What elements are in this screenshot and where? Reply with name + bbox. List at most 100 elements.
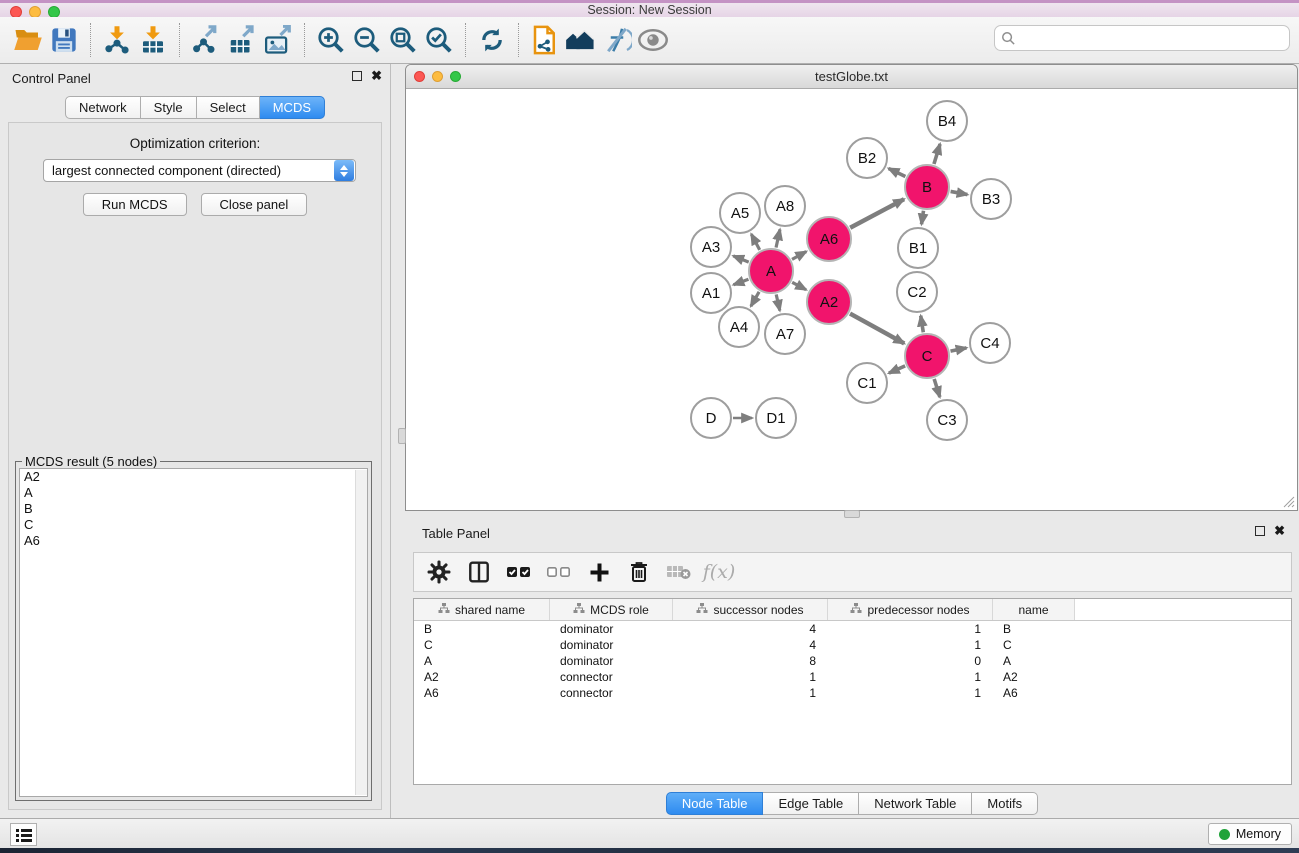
list-item[interactable]: C (20, 517, 367, 533)
graph-edge[interactable] (751, 234, 759, 250)
zoom-in-icon[interactable] (313, 22, 349, 58)
tab-network[interactable]: Network (65, 96, 141, 119)
tab-select[interactable]: Select (197, 96, 260, 119)
tab-network-table[interactable]: Network Table (859, 792, 972, 815)
column-header-MCDS-role[interactable]: MCDS role (550, 599, 673, 620)
graph-node-a1[interactable]: A1 (690, 272, 732, 314)
close-panel-icon[interactable]: ✖ (371, 71, 382, 81)
column-header-shared-name[interactable]: shared name (414, 599, 550, 620)
table-cell[interactable]: 1 (828, 621, 993, 637)
graph-node-b1[interactable]: B1 (897, 227, 939, 269)
table-row[interactable]: A2connector11A2 (414, 669, 1291, 685)
list-item[interactable]: A (20, 485, 367, 501)
graph-node-a6[interactable]: A6 (806, 216, 852, 262)
network-window-titlebar[interactable]: testGlobe.txt (406, 65, 1297, 89)
destroy-network-icon[interactable] (527, 22, 563, 58)
table-cell[interactable]: A (993, 653, 1075, 669)
graph-edge[interactable] (850, 314, 904, 344)
export-table-icon[interactable] (224, 22, 260, 58)
zoom-selected-icon[interactable] (421, 22, 457, 58)
graph-edge[interactable] (889, 366, 905, 373)
graph-edge[interactable] (792, 252, 806, 260)
resize-grip-icon[interactable] (1282, 495, 1295, 508)
graph-node-c4[interactable]: C4 (969, 322, 1011, 364)
column-settings-icon[interactable] (422, 556, 456, 588)
table-row[interactable]: Cdominator41C (414, 637, 1291, 653)
show-graphics-details-icon[interactable] (635, 22, 671, 58)
close-panel-button[interactable]: Close panel (201, 193, 308, 216)
graph-node-a7[interactable]: A7 (764, 313, 806, 355)
graph-node-c[interactable]: C (904, 333, 950, 379)
graph-edge[interactable] (921, 316, 924, 333)
table-cell[interactable]: dominator (550, 653, 673, 669)
graph-edge[interactable] (850, 199, 904, 228)
table-cell[interactable]: connector (550, 685, 673, 701)
vertical-splitter-handle[interactable] (398, 428, 406, 444)
graph-edge[interactable] (922, 211, 924, 225)
list-item[interactable]: A6 (20, 533, 367, 549)
import-table-icon[interactable] (135, 22, 171, 58)
table-cell[interactable]: 1 (828, 685, 993, 701)
task-history-button[interactable] (10, 823, 37, 846)
maximize-network-button[interactable] (450, 71, 461, 82)
table-cell[interactable]: A6 (414, 685, 550, 701)
tab-mcds[interactable]: MCDS (260, 96, 325, 119)
graph-edge[interactable] (934, 144, 940, 164)
table-cell[interactable]: 1 (673, 669, 828, 685)
graph-edge[interactable] (751, 292, 759, 306)
add-column-icon[interactable] (582, 556, 616, 588)
table-cell[interactable]: connector (550, 669, 673, 685)
select-all-icon[interactable] (502, 556, 536, 588)
save-session-icon[interactable] (46, 22, 82, 58)
table-cell[interactable]: 0 (828, 653, 993, 669)
hide-graphics-details-icon[interactable] (599, 22, 635, 58)
table-cell[interactable]: dominator (550, 637, 673, 653)
close-panel-icon[interactable]: ✖ (1274, 526, 1285, 536)
show-all-networks-icon[interactable] (563, 22, 599, 58)
run-mcds-button[interactable]: Run MCDS (83, 193, 187, 216)
tab-style[interactable]: Style (141, 96, 197, 119)
table-cell[interactable]: C (993, 637, 1075, 653)
graph-edge[interactable] (734, 279, 749, 284)
list-item[interactable]: A2 (20, 469, 367, 485)
graph-node-a[interactable]: A (748, 248, 794, 294)
table-cell[interactable]: 1 (673, 685, 828, 701)
table-cell[interactable]: A2 (993, 669, 1075, 685)
table-cell[interactable]: A2 (414, 669, 550, 685)
network-canvas[interactable]: B4B2BB3A8A5A6A3B1AC2A1A2A4A7C4CC1C3DD1 (406, 89, 1297, 510)
graph-node-a5[interactable]: A5 (719, 192, 761, 234)
graph-node-a3[interactable]: A3 (690, 226, 732, 268)
table-row[interactable]: Bdominator41B (414, 621, 1291, 637)
tab-motifs[interactable]: Motifs (972, 792, 1038, 815)
graph-edge[interactable] (776, 294, 780, 310)
table-cell[interactable]: A6 (993, 685, 1075, 701)
tab-edge-table[interactable]: Edge Table (763, 792, 859, 815)
graph-edge[interactable] (733, 256, 748, 262)
table-cell[interactable]: 8 (673, 653, 828, 669)
scrollbar-track[interactable] (355, 470, 367, 795)
deselect-all-icon[interactable] (542, 556, 576, 588)
table-cell[interactable]: 4 (673, 637, 828, 653)
delete-columns-icon[interactable] (622, 556, 656, 588)
graph-edge[interactable] (951, 348, 967, 351)
graph-node-b2[interactable]: B2 (846, 137, 888, 179)
graph-node-c1[interactable]: C1 (846, 362, 888, 404)
graph-node-a8[interactable]: A8 (764, 185, 806, 227)
graph-node-a4[interactable]: A4 (718, 306, 760, 348)
horizontal-splitter-handle[interactable] (844, 510, 860, 518)
graph-node-c2[interactable]: C2 (896, 271, 938, 313)
graph-edge[interactable] (776, 229, 780, 247)
export-network-icon[interactable] (188, 22, 224, 58)
table-row[interactable]: A6connector11A6 (414, 685, 1291, 701)
column-header-successor-nodes[interactable]: successor nodes (673, 599, 828, 620)
graph-edge[interactable] (889, 168, 906, 176)
refresh-icon[interactable] (474, 22, 510, 58)
export-image-icon[interactable] (260, 22, 296, 58)
zoom-fit-icon[interactable] (385, 22, 421, 58)
table-cell[interactable]: 4 (673, 621, 828, 637)
close-network-button[interactable] (414, 71, 425, 82)
column-header-predecessor-nodes[interactable]: predecessor nodes (828, 599, 993, 620)
table-row[interactable]: Adominator80A (414, 653, 1291, 669)
open-session-icon[interactable] (10, 22, 46, 58)
float-panel-icon[interactable] (1255, 526, 1265, 536)
